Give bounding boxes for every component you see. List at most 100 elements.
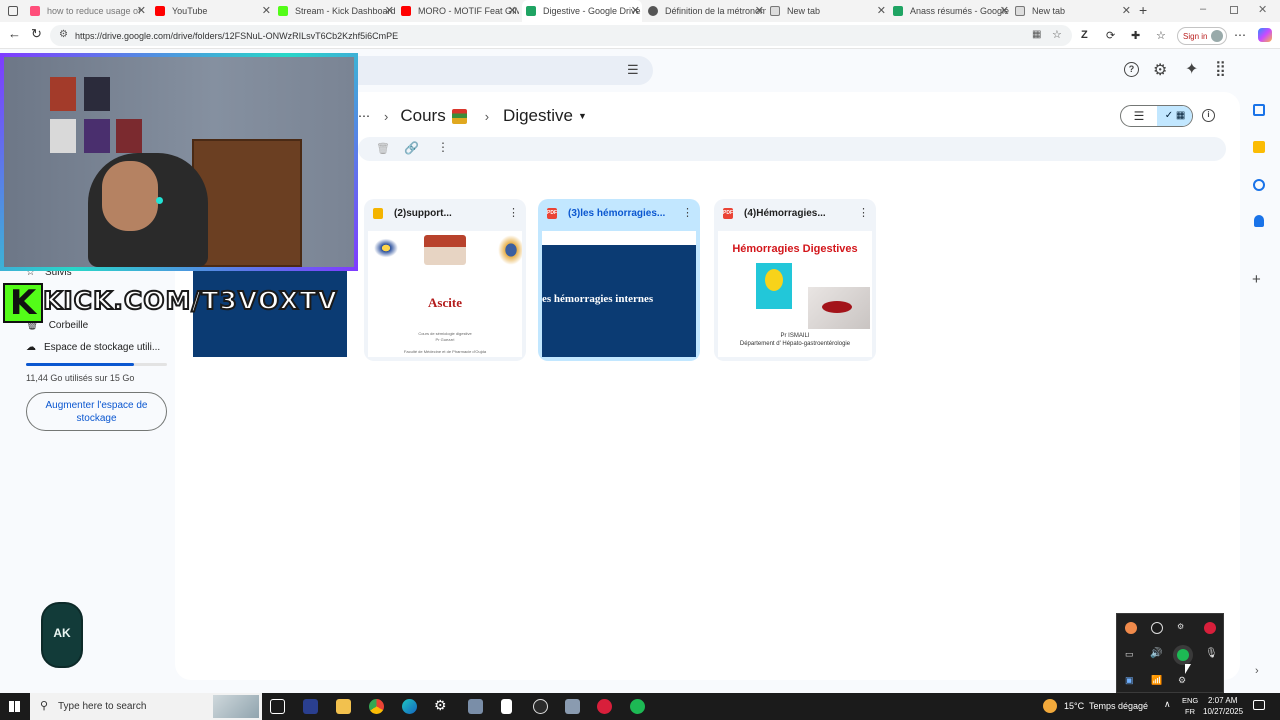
extensions-puzzle-icon[interactable]: ✚ [1131,29,1140,42]
edge-icon[interactable] [402,699,417,714]
task-view-icon[interactable] [270,699,285,714]
more-menu-icon[interactable]: ⋯ [1234,28,1246,42]
trash-icon[interactable]: 🗑 [376,142,390,155]
show-hidden-icons-chevron[interactable]: ∧ [1164,699,1171,710]
tray-network-icon[interactable]: 📶 [1151,675,1162,686]
slide-author: Pr Guezzri [435,337,455,342]
nav-item-storage[interactable]: ☁ Espace de stockage utili... [26,342,160,353]
spotify-icon[interactable] [1177,649,1189,661]
link-icon[interactable]: 🔗 [404,141,419,155]
calendar-icon[interactable] [1253,104,1265,116]
more-actions-icon[interactable]: ⋮ [508,206,519,219]
app-icon[interactable] [565,699,580,714]
extension-icon[interactable]: ⟳ [1106,29,1115,42]
sign-in-button[interactable]: Sign in [1177,27,1227,45]
clock-date[interactable]: 10/27/2025 [1203,707,1243,716]
notification-icon[interactable] [1253,700,1265,710]
language-top[interactable]: ENG [1182,696,1198,705]
breadcrumb-parent[interactable]: Cours [400,106,445,126]
close-icon[interactable]: ✕ [1122,4,1131,17]
file-explorer-icon[interactable] [336,699,351,714]
copilot-icon[interactable] [1258,28,1272,42]
more-actions-icon[interactable]: ⋮ [858,206,869,219]
close-icon[interactable]: ✕ [262,4,271,17]
chrome-icon[interactable] [369,699,384,714]
minimize-button[interactable]: – [1200,3,1206,15]
tray-microphone-icon[interactable]: 🎙 [1205,648,1218,659]
site-info-icon[interactable]: ⚙ [59,29,68,40]
notepad-icon[interactable] [501,699,512,714]
tab-8[interactable]: New tab ✕ [1015,0,1133,22]
favorites-icon[interactable]: ☆ [1156,29,1166,42]
tray-app-icon[interactable] [1125,622,1137,634]
favorite-star-icon[interactable]: ☆ [1052,28,1062,41]
collapse-panel-icon[interactable]: › [1255,665,1259,677]
address-bar[interactable]: ⚙ https://drive.google.com/drive/folders… [50,25,1072,46]
close-icon[interactable]: ✕ [508,4,517,17]
tray-settings-icon[interactable]: ⚙ [1178,675,1186,686]
tab-5[interactable]: Définition de la métronomie ✕ [648,0,766,22]
windows-start-icon[interactable] [9,701,20,712]
extension-z-icon[interactable]: Z [1081,29,1088,41]
app-icon[interactable] [468,699,483,714]
maximize-button[interactable] [1230,6,1238,14]
tab-2[interactable]: Stream - Kick Dashboard ✕ [278,0,396,22]
apps-grid-icon[interactable]: ⣿ [1215,59,1226,77]
tab-6[interactable]: New tab ✕ [770,0,888,22]
reading-view-icon[interactable]: ▦ [1032,29,1041,40]
more-actions-icon[interactable]: ⋮ [682,206,693,219]
search-options-icon[interactable]: ☰ [627,62,639,78]
obs-icon[interactable] [533,699,548,714]
clock-time[interactable]: 2:07 AM [1208,696,1237,705]
keep-icon[interactable] [1253,141,1265,153]
close-icon[interactable]: ✕ [755,4,764,17]
tray-app-icon[interactable] [1151,622,1163,634]
close-icon[interactable]: ✕ [385,4,394,17]
settings-icon[interactable]: ⚙ [434,697,447,714]
list-view-button[interactable]: ☰ [1121,106,1157,126]
gemini-icon[interactable]: ✦ [1185,59,1198,79]
tasks-icon[interactable] [1253,179,1265,191]
language-bottom[interactable]: FR [1185,707,1195,716]
app-t-icon[interactable] [597,699,612,714]
app-icon[interactable] [303,699,318,714]
tab-7[interactable]: Anass résumés - Google ✕ [893,0,1011,22]
tray-app-icon[interactable]: ⚙ [1177,622,1184,631]
contacts-icon[interactable] [1254,215,1264,227]
upgrade-storage-button[interactable]: Augmenter l'espace de stockage [26,392,167,431]
add-addon-icon[interactable]: + [1252,271,1261,288]
close-icon[interactable]: ✕ [1000,4,1009,17]
chevron-down-icon[interactable]: ▼ [578,111,587,121]
tab-actions-icon[interactable] [8,6,18,16]
more-actions-icon[interactable]: ⋮ [437,140,449,154]
tray-bluetooth-icon[interactable]: ▣ [1125,675,1134,686]
close-icon[interactable]: ✕ [877,4,886,17]
spotify-icon[interactable] [630,699,645,714]
tray-app-icon[interactable] [1204,622,1216,634]
help-icon[interactable]: ? [1124,62,1139,77]
back-button[interactable]: ← [8,26,21,41]
reload-button[interactable]: ↻ [31,26,42,42]
file-card[interactable]: PDF (4)Hémorragies... ⋮ Hémorragies Dige… [714,199,876,361]
details-info-icon[interactable]: i [1202,109,1215,122]
search-bar[interactable]: ☰ [345,56,653,85]
close-window-button[interactable]: ✕ [1258,3,1267,16]
close-icon[interactable]: ✕ [137,4,146,17]
tab-4-active[interactable]: Digestive - Google Drive ✕ [522,0,642,22]
tab-0[interactable]: how to reduce usage of ✕ [30,0,148,22]
file-card[interactable]: (2)support... ⋮ Ascite Cours de sémiolog… [364,199,526,361]
grid-view-button[interactable]: ✓ ▦ [1157,106,1192,126]
breadcrumb-more-icon[interactable]: ⋯ [358,109,370,123]
taskbar-search-box[interactable]: ⚲ Type here to search [30,693,262,720]
weather-text[interactable]: 15°C Temps dégagé [1064,701,1148,711]
tray-volume-icon[interactable]: 🔊 [1150,648,1162,659]
close-icon[interactable]: ✕ [631,4,640,17]
new-tab-button[interactable]: + [1139,2,1147,18]
file-card-selected[interactable]: PDF (3)les hémorragies... ⋮ es hémorragi… [538,199,700,361]
tab-3[interactable]: MORO - MOTIF Feat GIMS ✕ [401,0,519,22]
settings-gear-icon[interactable]: ⚙ [1153,60,1167,80]
breadcrumb-current[interactable]: Digestive [503,106,573,126]
tab-1[interactable]: YouTube ✕ [155,0,273,22]
slide-footer: Faculté de Médecine et de Pharmacie d'Ou… [403,349,487,354]
tray-meet-icon[interactable]: ▭ [1125,649,1134,660]
